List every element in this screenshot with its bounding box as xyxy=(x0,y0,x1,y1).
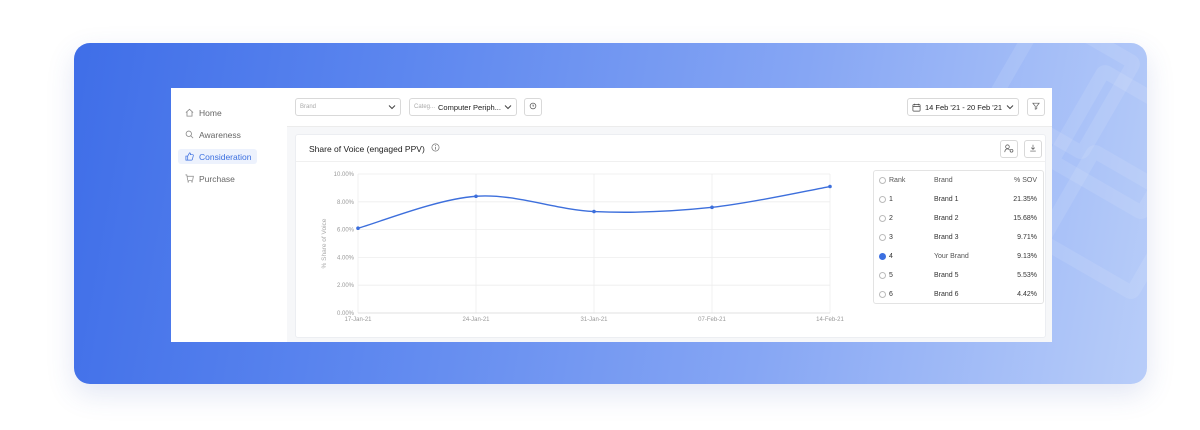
thumbs-up-icon xyxy=(184,152,194,162)
row-brand: Brand 5 xyxy=(934,272,959,279)
header-radio xyxy=(879,177,886,184)
table-row[interactable]: 5 Brand 5 5.53% xyxy=(874,266,1043,285)
download-button[interactable] xyxy=(1024,140,1042,158)
row-radio[interactable] xyxy=(879,215,886,222)
calendar-icon xyxy=(912,103,921,112)
chevron-down-icon xyxy=(1006,103,1014,112)
row-rank: 4 xyxy=(889,253,893,260)
compare-brands-button[interactable] xyxy=(1000,140,1018,158)
table-row[interactable]: 6 Brand 6 4.42% xyxy=(874,285,1043,304)
row-radio-selected[interactable] xyxy=(879,253,886,260)
row-radio[interactable] xyxy=(879,291,886,298)
table-row[interactable]: 3 Brand 3 9.71% xyxy=(874,228,1043,247)
y-tick-label: 4.00% xyxy=(337,255,355,261)
row-sov: 21.35% xyxy=(1013,196,1037,203)
brand-ranking-table: Rank Brand % SOV 1 Brand 1 21.35% 2 Bran… xyxy=(873,170,1044,304)
row-brand: Brand 6 xyxy=(934,291,959,298)
sidebar-item-label: Consideration xyxy=(199,151,252,162)
category-prefix: Categ... xyxy=(414,104,436,110)
row-rank: 5 xyxy=(889,272,893,279)
row-sov: 5.53% xyxy=(1017,272,1037,279)
sidebar-item-awareness[interactable]: Awareness xyxy=(178,127,247,142)
funnel-icon xyxy=(1032,102,1040,112)
clock-icon xyxy=(529,102,537,112)
info-icon[interactable] xyxy=(431,143,440,154)
share-of-voice-line-chart: 0.00%2.00%4.00%6.00%8.00%10.00%17-Jan-21… xyxy=(321,172,845,323)
sidebar-item-label: Awareness xyxy=(199,129,241,140)
row-brand: Brand 2 xyxy=(934,215,959,222)
category-value: Computer Periph... xyxy=(438,102,501,112)
card-title-text: Share of Voice (engaged PPV) xyxy=(309,143,425,154)
table-row[interactable]: 1 Brand 1 21.35% xyxy=(874,190,1043,209)
date-range-value: 14 Feb '21 - 20 Feb '21 xyxy=(925,102,1003,112)
sidebar-item-label: Purchase xyxy=(199,173,235,184)
table-row[interactable]: 2 Brand 2 15.68% xyxy=(874,209,1043,228)
sov-header: % SOV xyxy=(1014,177,1037,184)
chevron-down-icon xyxy=(388,103,396,112)
y-tick-label: 2.00% xyxy=(337,283,355,289)
row-sov: 15.68% xyxy=(1013,215,1037,222)
row-sov: 9.71% xyxy=(1017,234,1037,241)
search-icon xyxy=(184,130,194,140)
data-point xyxy=(474,194,478,199)
x-tick-label: 24-Jan-21 xyxy=(462,317,490,323)
table-header: Rank Brand % SOV xyxy=(874,171,1043,190)
rank-header: Rank xyxy=(889,177,906,184)
category-dropdown[interactable]: Categ... Computer Periph... xyxy=(409,98,517,116)
row-radio[interactable] xyxy=(879,272,886,279)
home-icon xyxy=(184,108,194,118)
row-brand: Brand 1 xyxy=(934,196,959,203)
row-rank: 2 xyxy=(889,215,893,222)
data-point xyxy=(592,209,596,214)
sidebar: Home Awareness Consideration Purchase xyxy=(171,88,286,342)
sidebar-item-purchase[interactable]: Purchase xyxy=(178,171,241,186)
card-divider xyxy=(296,161,1045,162)
row-radio[interactable] xyxy=(879,196,886,203)
y-axis-label: % Share of Voice xyxy=(321,218,328,268)
user-settings-icon xyxy=(1004,144,1014,155)
row-rank: 1 xyxy=(889,196,893,203)
date-range-picker[interactable]: 14 Feb '21 - 20 Feb '21 xyxy=(907,98,1019,116)
reset-filters-button[interactable] xyxy=(524,98,542,116)
row-brand: Your Brand xyxy=(934,253,969,260)
data-point xyxy=(356,226,360,231)
sidebar-item-label: Home xyxy=(199,107,222,118)
brand-placeholder: Brand xyxy=(300,104,317,110)
y-tick-label: 10.00% xyxy=(334,172,355,178)
sidebar-item-consideration[interactable]: Consideration xyxy=(178,149,258,164)
filter-button[interactable] xyxy=(1027,98,1045,116)
row-brand: Brand 3 xyxy=(934,234,959,241)
data-point xyxy=(710,205,714,210)
x-tick-label: 14-Feb-21 xyxy=(816,317,844,323)
row-radio[interactable] xyxy=(879,234,886,241)
x-tick-label: 07-Feb-21 xyxy=(698,317,726,323)
download-icon xyxy=(1029,144,1037,154)
y-tick-label: 6.00% xyxy=(337,228,355,234)
row-rank: 6 xyxy=(889,291,893,298)
row-sov: 9.13% xyxy=(1017,253,1037,260)
filter-toolbar: Brand Categ... Computer Periph... 14 Feb… xyxy=(287,88,1052,127)
brand-dropdown[interactable]: Brand xyxy=(295,98,401,116)
x-tick-label: 31-Jan-21 xyxy=(580,317,608,323)
table-row-selected[interactable]: 4 Your Brand 9.13% xyxy=(874,247,1043,266)
row-sov: 4.42% xyxy=(1017,291,1037,298)
x-tick-label: 17-Jan-21 xyxy=(344,317,372,323)
row-rank: 3 xyxy=(889,234,893,241)
app-window: Home Awareness Consideration Purchase Br… xyxy=(171,88,1052,342)
main-content: Brand Categ... Computer Periph... 14 Feb… xyxy=(287,88,1052,342)
brand-header: Brand xyxy=(934,177,953,184)
sidebar-item-home[interactable]: Home xyxy=(178,105,228,120)
chevron-down-icon xyxy=(504,103,512,112)
card-title: Share of Voice (engaged PPV) xyxy=(309,143,440,154)
share-of-voice-card: Share of Voice (engaged PPV) 0.00% 2.00% 4… xyxy=(295,134,1046,338)
y-tick-label: 8.00% xyxy=(337,200,355,206)
data-point xyxy=(828,184,832,189)
cart-icon xyxy=(184,174,194,184)
